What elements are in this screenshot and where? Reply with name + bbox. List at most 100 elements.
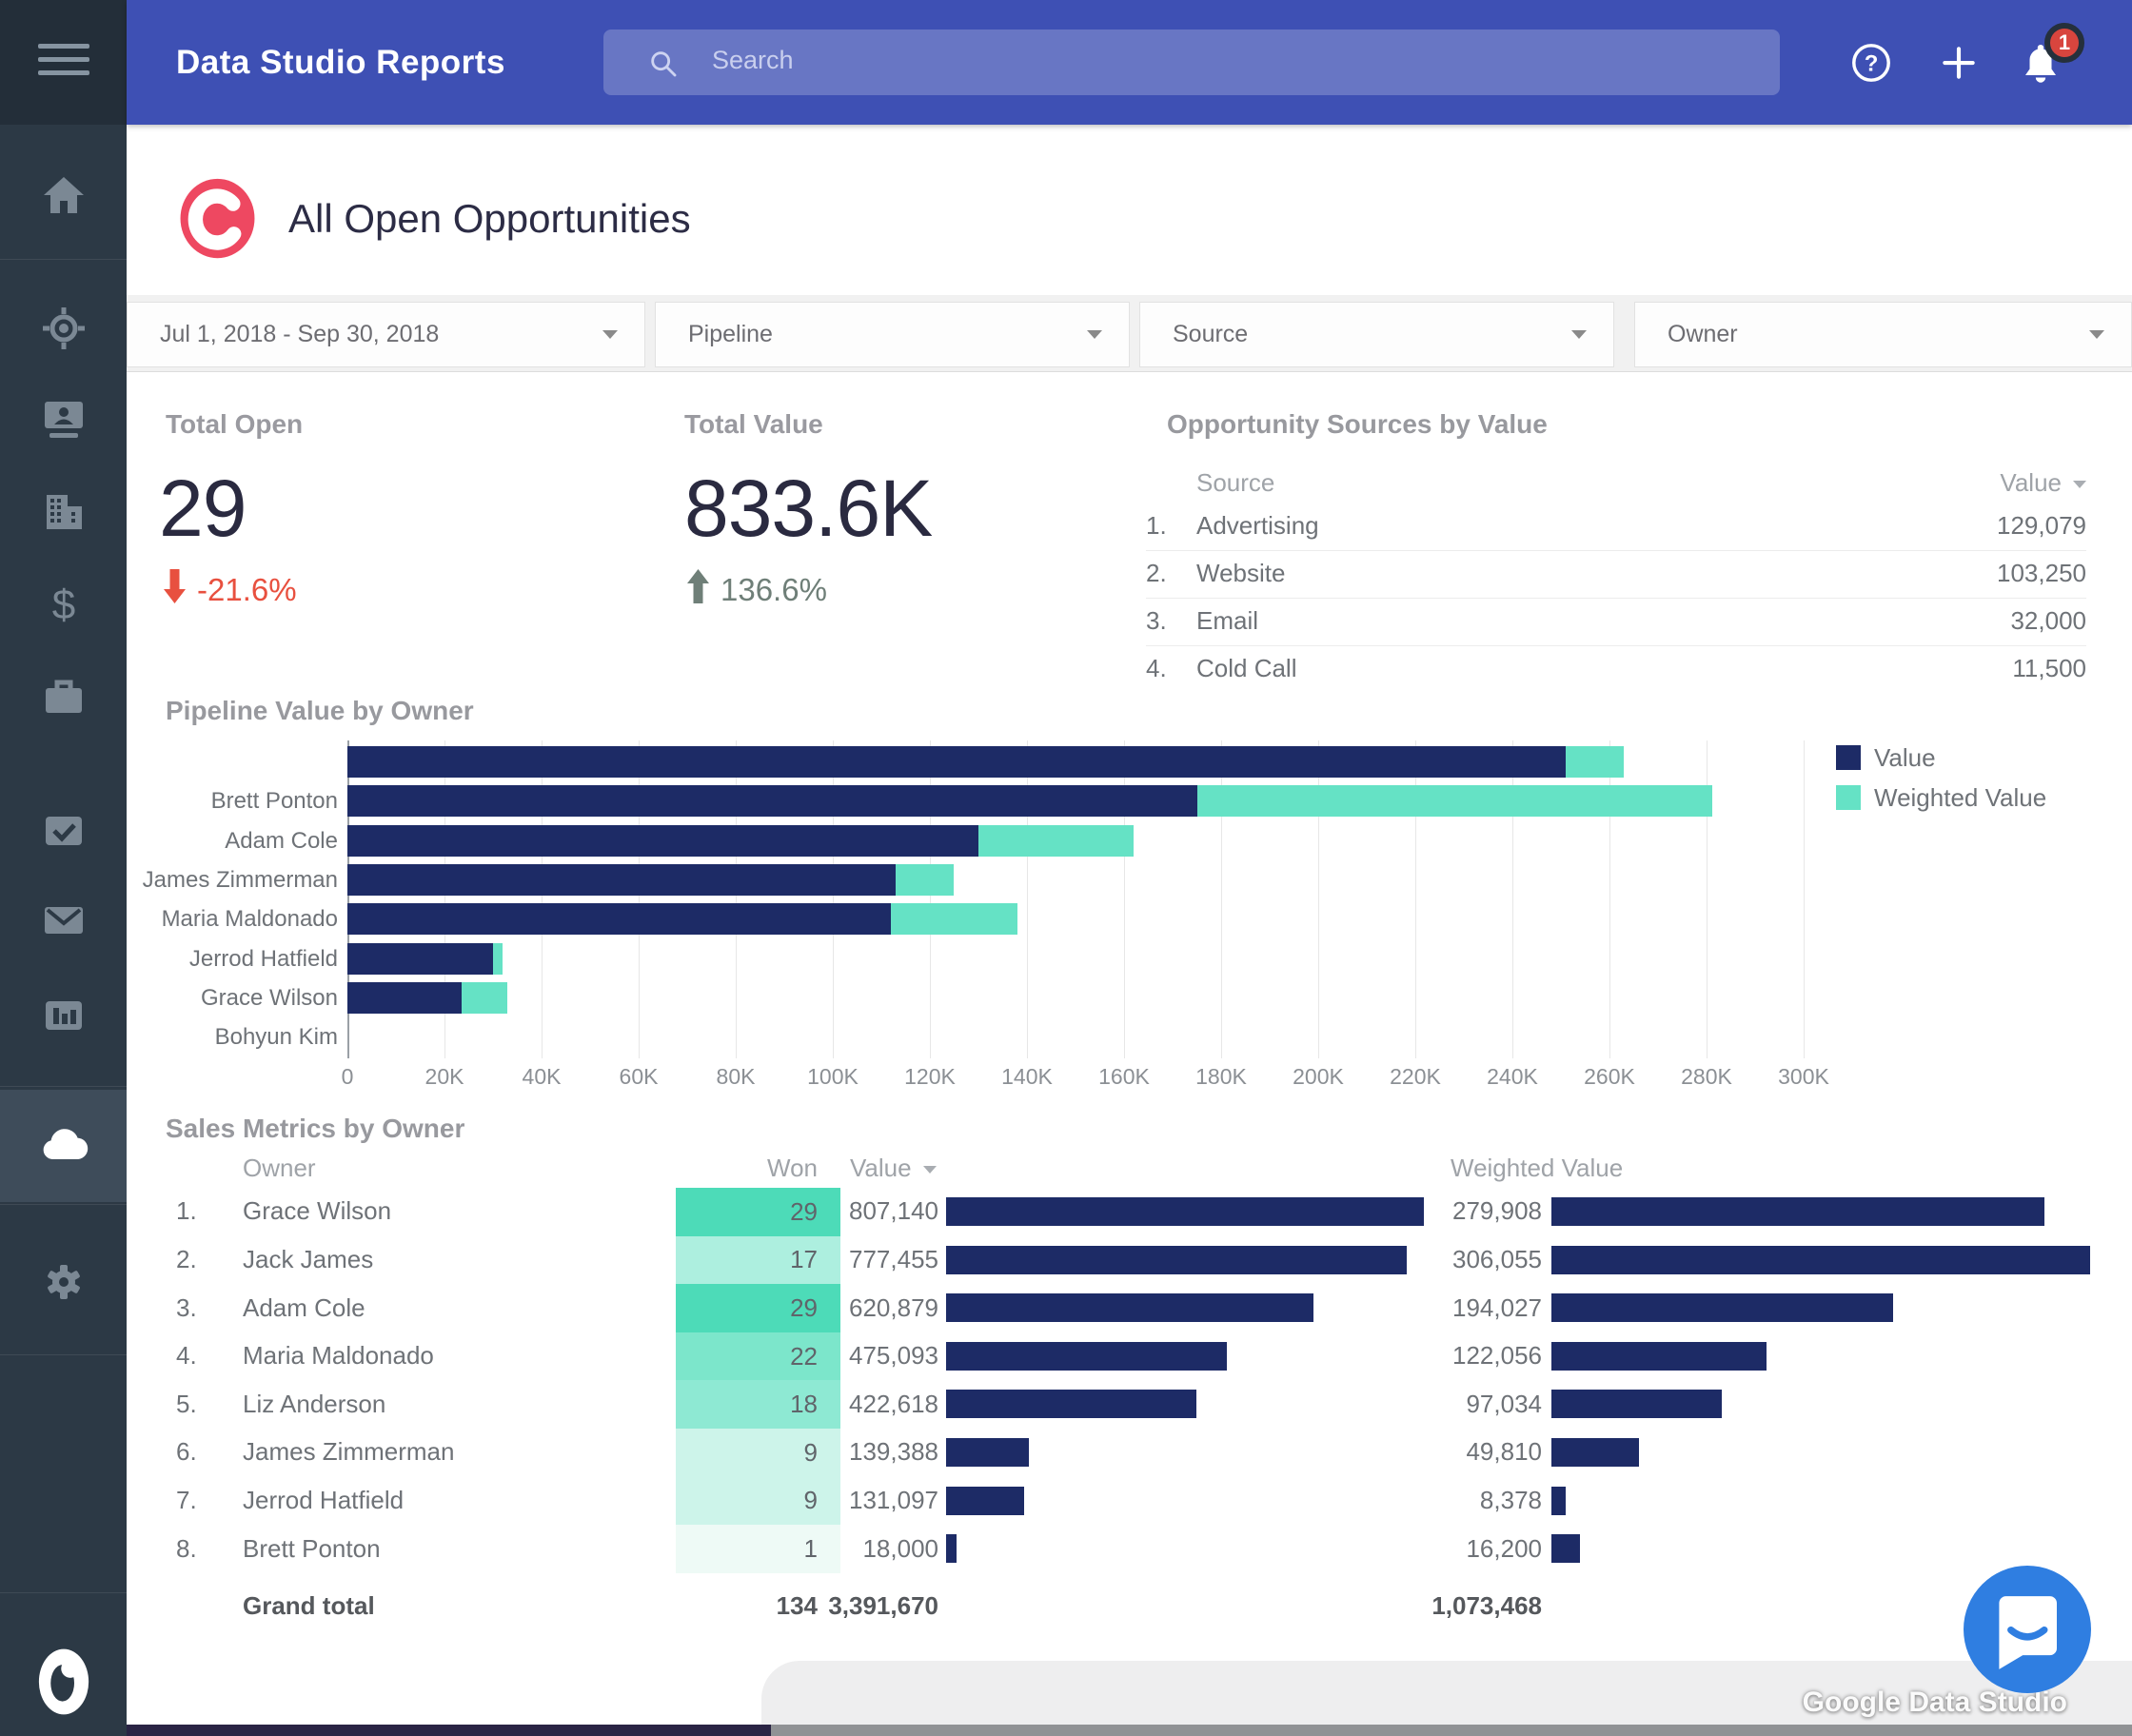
- sales-row-owner: Brett Ponton: [243, 1533, 381, 1563]
- weighted-value-bar[interactable]: [891, 903, 1017, 936]
- search-input[interactable]: [710, 45, 1709, 76]
- value-bar[interactable]: [347, 863, 896, 896]
- sales-row-value: 422,618: [849, 1389, 938, 1418]
- sales-row-value: 475,093: [849, 1341, 938, 1371]
- filter-pipeline[interactable]: Pipeline: [655, 302, 1130, 367]
- sources-table-title: Opportunity Sources by Value: [1167, 409, 1548, 439]
- source-row-name: Website: [1196, 559, 1286, 587]
- x-tick-label: 20K: [424, 1064, 464, 1089]
- sales-col-weighted: Weighted Value: [1451, 1154, 1624, 1182]
- pipeline-chart-title: Pipeline Value by Owner: [166, 696, 474, 725]
- row-separator: [1146, 598, 2086, 599]
- filter-source[interactable]: Source: [1139, 302, 1614, 367]
- weighted-value-bar[interactable]: [1197, 785, 1712, 818]
- sales-row-owner: Liz Anderson: [243, 1389, 386, 1418]
- target-icon[interactable]: [0, 295, 127, 362]
- weighted-value-bar: [1551, 1341, 1767, 1371]
- sidebar-divider: [0, 1086, 127, 1087]
- help-icon[interactable]: ?: [1840, 0, 1903, 125]
- x-tick-label: 180K: [1195, 1064, 1247, 1089]
- scorecard-total-value-value: 833.6K: [684, 464, 933, 553]
- contacts-icon[interactable]: [0, 385, 127, 452]
- sales-row-rank: 1.: [176, 1196, 197, 1226]
- grand-total-weighted: 1,073,468: [1431, 1591, 1542, 1620]
- settings-icon[interactable]: [0, 1249, 127, 1315]
- value-bar[interactable]: [347, 942, 493, 975]
- source-row-name: Advertising: [1196, 511, 1319, 540]
- scorecard-total-open-value: 29: [159, 464, 247, 553]
- sales-row-weighted: 97,034: [1466, 1389, 1542, 1418]
- weighted-value-bar[interactable]: [462, 981, 507, 1014]
- hamburger-icon[interactable]: [0, 27, 127, 93]
- weighted-value-bar: [1551, 1293, 1893, 1323]
- x-tick-label: 280K: [1681, 1064, 1732, 1089]
- sales-row-owner: Adam Cole: [243, 1292, 365, 1322]
- arrow-up-icon: [687, 569, 709, 611]
- notification-badge: 1: [2044, 23, 2084, 63]
- value-bar[interactable]: [347, 824, 978, 857]
- sales-row-weighted: 16,200: [1466, 1533, 1542, 1563]
- weighted-value-bar: [1551, 1438, 1639, 1467]
- x-tick-label: 240K: [1487, 1064, 1538, 1089]
- filter-jul-1-2018-sep-30-2018[interactable]: Jul 1, 2018 - Sep 30, 2018: [127, 302, 645, 367]
- source-row-value: 103,250: [1997, 559, 2086, 587]
- value-bar: [946, 1438, 1029, 1467]
- weighted-value-bar: [1551, 1197, 2044, 1226]
- weighted-value-bar: [1551, 1245, 2090, 1274]
- weighted-value-bar[interactable]: [1566, 746, 1624, 778]
- x-tick-label: 120K: [904, 1064, 956, 1089]
- weighted-value-bar[interactable]: [493, 942, 503, 975]
- value-bar[interactable]: [347, 981, 462, 1014]
- weighted-value-bar[interactable]: [896, 863, 954, 896]
- sales-row-value: 777,455: [849, 1244, 938, 1273]
- add-icon[interactable]: [1927, 0, 1990, 125]
- company-icon[interactable]: [0, 479, 127, 545]
- source-row-rank: 3.: [1146, 606, 1167, 635]
- filter-owner[interactable]: Owner: [1634, 302, 2132, 367]
- bar-category-label: Maria Maldonado: [161, 906, 338, 933]
- source-row-name: Email: [1196, 606, 1259, 635]
- value-bar[interactable]: [347, 785, 1197, 818]
- sales-col-value[interactable]: Value: [850, 1154, 937, 1183]
- value-bar[interactable]: [347, 903, 891, 936]
- copper-logo-icon[interactable]: [0, 1648, 127, 1715]
- source-row-rank: 4.: [1146, 654, 1167, 682]
- grand-total-label: Grand total: [243, 1591, 375, 1620]
- bar-category-label: Jerrod Hatfield: [188, 945, 338, 972]
- sales-row-weighted: 279,908: [1452, 1196, 1542, 1226]
- sales-row-weighted: 306,055: [1452, 1244, 1542, 1273]
- sales-row-rank: 2.: [176, 1244, 197, 1273]
- svg-text:?: ?: [1865, 50, 1879, 76]
- chat-messenger-icon[interactable]: [1964, 1566, 2091, 1693]
- chevron-down-icon: [1571, 330, 1587, 339]
- app-title: Data Studio Reports: [176, 43, 505, 81]
- cloud-icon[interactable]: [0, 1113, 127, 1179]
- source-row-rank: 2.: [1146, 559, 1167, 587]
- sales-row-owner: James Zimmerman: [243, 1437, 455, 1467]
- data-studio-report-screen: $ Data Studio Reports ? 1 All Open Oppor…: [0, 0, 2132, 1736]
- sales-row-value: 139,388: [849, 1437, 938, 1467]
- sources-col-value[interactable]: Value: [1894, 468, 2086, 498]
- value-bar: [946, 1534, 957, 1564]
- sales-icon[interactable]: $: [0, 570, 127, 637]
- row-separator: [1146, 645, 2086, 646]
- weighted-value-bar[interactable]: [978, 824, 1134, 857]
- sales-row-rank: 5.: [176, 1389, 197, 1418]
- sales-row-owner: Jerrod Hatfield: [243, 1485, 405, 1514]
- grand-total-value: 3,391,670: [828, 1591, 938, 1620]
- legend-chip: [1836, 785, 1861, 810]
- briefcase-icon[interactable]: [0, 663, 127, 730]
- search-box[interactable]: [603, 30, 1780, 95]
- source-row-rank: 1.: [1146, 511, 1167, 540]
- x-tick-label: 100K: [807, 1064, 859, 1089]
- bar-category-label: Adam Cole: [225, 827, 338, 854]
- sales-row-rank: 8.: [176, 1533, 197, 1563]
- arrow-down-icon: [164, 569, 186, 611]
- home-icon[interactable]: [0, 162, 127, 228]
- filter-label: Pipeline: [688, 321, 773, 347]
- sales-row-value: 807,140: [849, 1196, 938, 1226]
- scorecard-total-open-label: Total Open: [166, 409, 304, 439]
- bottom-window-edge-right: [771, 1725, 2132, 1736]
- sidebar-item-active[interactable]: [0, 1090, 127, 1202]
- value-bar[interactable]: [347, 746, 1566, 778]
